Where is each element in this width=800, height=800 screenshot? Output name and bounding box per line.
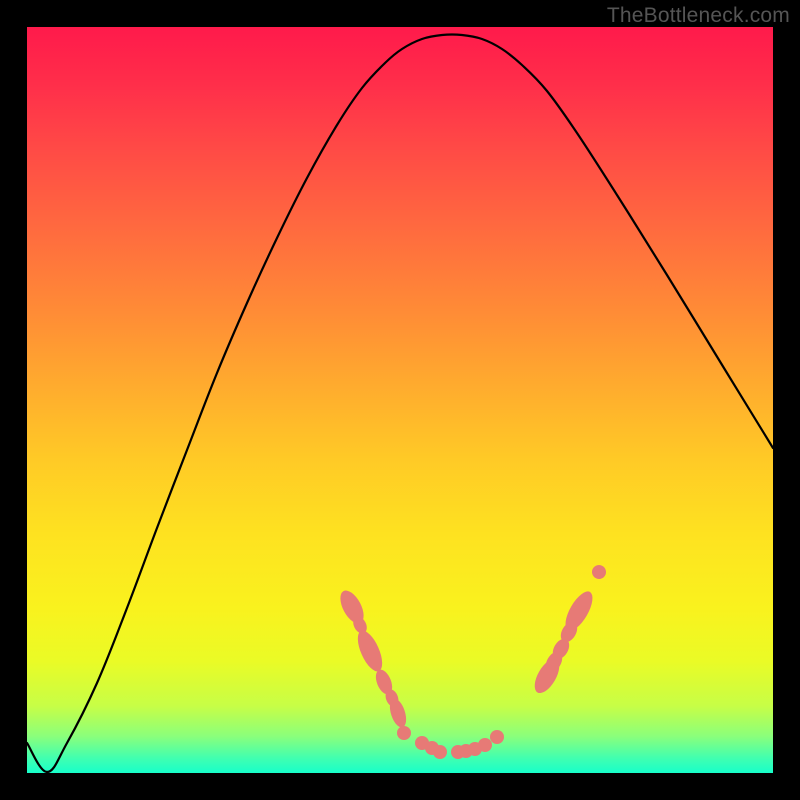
- data-markers: [336, 562, 609, 759]
- marker-bottom: [490, 730, 504, 744]
- marker-bottom: [478, 738, 492, 752]
- marker-bottom: [433, 745, 447, 759]
- chart-frame: [27, 27, 773, 773]
- bottleneck-curve: [27, 34, 773, 772]
- marker-bottom: [397, 726, 411, 740]
- attribution-text: TheBottleneck.com: [607, 4, 790, 28]
- marker-left-cluster: [353, 627, 387, 675]
- bottleneck-chart: [27, 27, 773, 773]
- marker-right-cluster: [589, 562, 608, 581]
